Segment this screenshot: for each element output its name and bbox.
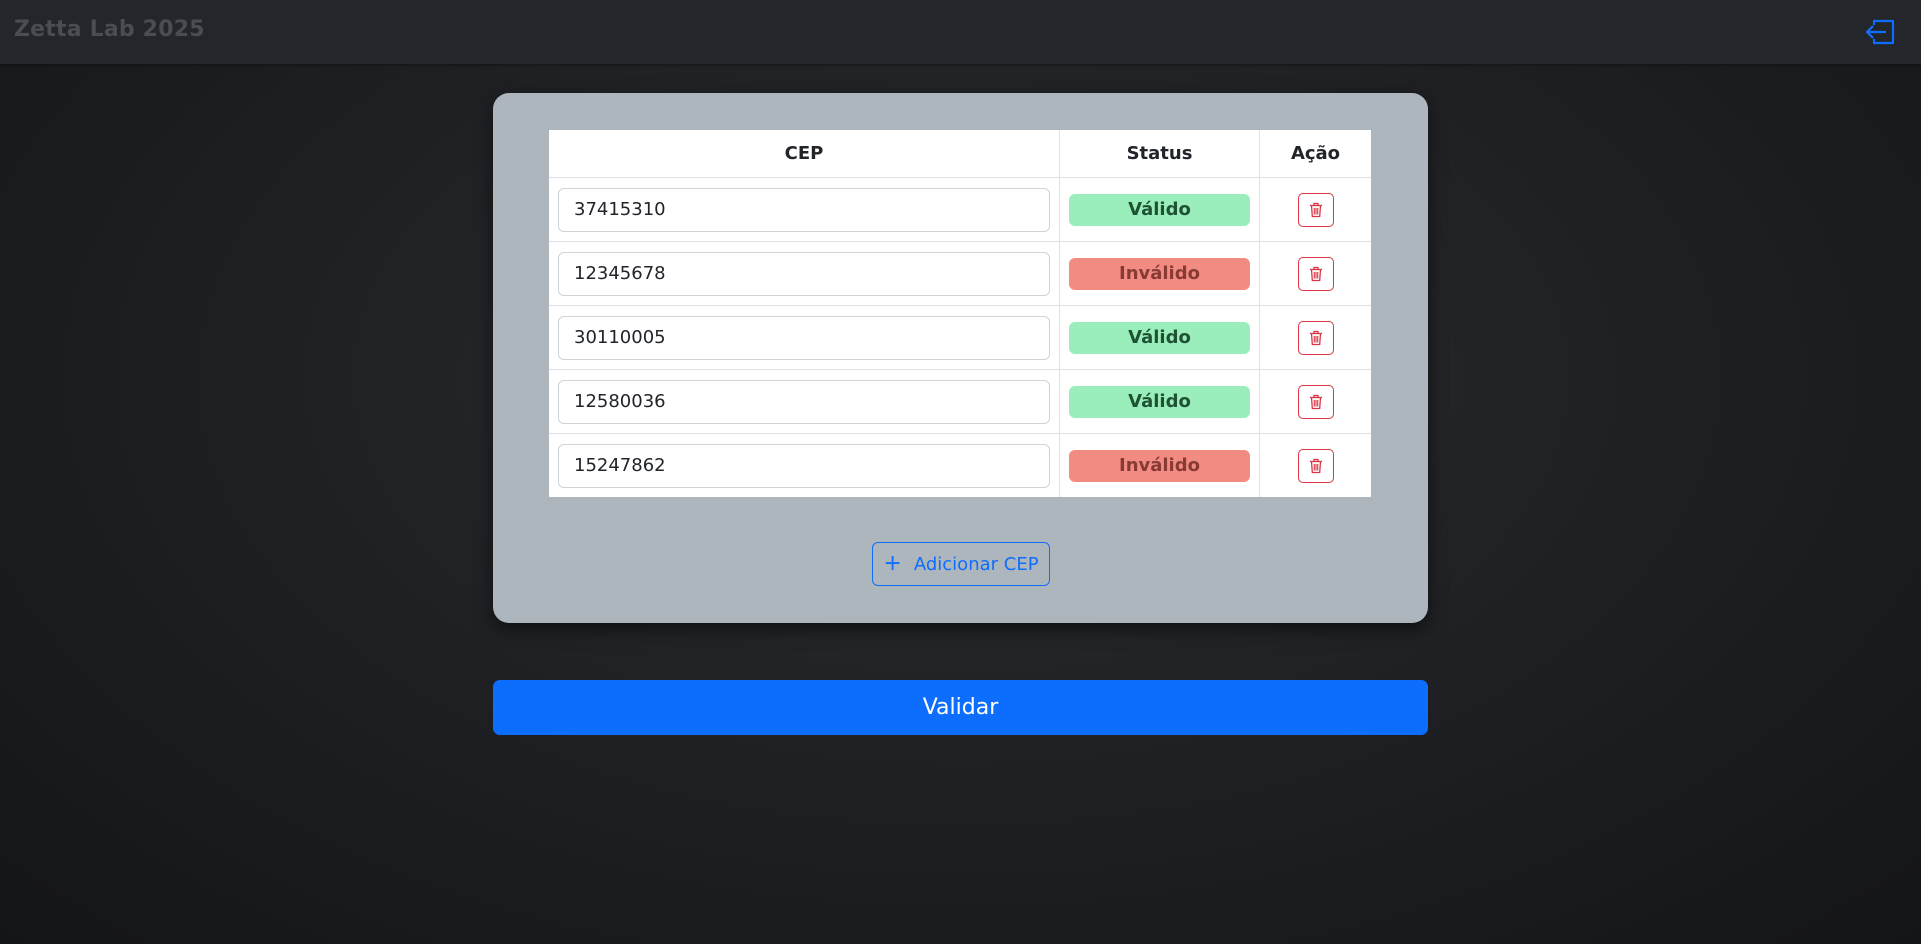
table-header-row: CEP Status Ação — [549, 130, 1371, 178]
cep-input[interactable] — [558, 187, 1050, 232]
status-badge: Inválido — [1069, 449, 1250, 482]
logout-button[interactable] — [1863, 16, 1897, 48]
trash-icon — [1309, 202, 1323, 218]
table-row: Válido — [549, 177, 1371, 242]
header-status: Status — [1059, 130, 1260, 178]
cell-cep — [549, 241, 1060, 306]
cell-cep — [549, 433, 1060, 497]
trash-icon — [1309, 330, 1323, 346]
header-acao: Ação — [1259, 130, 1371, 178]
trash-icon — [1309, 458, 1323, 474]
delete-row-button[interactable] — [1297, 192, 1334, 227]
delete-row-button[interactable] — [1297, 320, 1334, 355]
cell-acao — [1259, 369, 1371, 434]
status-badge: Válido — [1069, 321, 1250, 354]
cep-table: CEP Status Ação VálidoInválidoVálidoVáli… — [549, 130, 1371, 497]
table-row: Inválido — [549, 433, 1371, 497]
status-badge: Válido — [1069, 385, 1250, 418]
cep-card: CEP Status Ação VálidoInválidoVálidoVáli… — [493, 93, 1428, 623]
cell-cep — [549, 369, 1060, 434]
table-row: Válido — [549, 369, 1371, 434]
cell-status: Válido — [1059, 177, 1260, 242]
validate-button[interactable]: Validar — [493, 680, 1428, 735]
table-row: Inválido — [549, 241, 1371, 306]
cell-status: Válido — [1059, 305, 1260, 370]
brand-title: Zetta Lab 2025 — [14, 17, 205, 42]
table-row: Válido — [549, 305, 1371, 370]
cep-input[interactable] — [558, 315, 1050, 360]
delete-row-button[interactable] — [1297, 384, 1334, 419]
header-cep: CEP — [549, 130, 1060, 178]
trash-icon — [1309, 394, 1323, 410]
cell-status: Inválido — [1059, 241, 1260, 306]
cell-cep — [549, 177, 1060, 242]
add-cep-button[interactable]: + Adicionar CEP — [872, 542, 1050, 586]
box-arrow-in-left-icon — [1865, 19, 1895, 45]
cell-acao — [1259, 241, 1371, 306]
delete-row-button[interactable] — [1297, 448, 1334, 483]
cep-input[interactable] — [558, 443, 1050, 488]
cell-acao — [1259, 433, 1371, 497]
add-cep-label: Adicionar CEP — [913, 553, 1039, 575]
cep-input[interactable] — [558, 379, 1050, 424]
cell-cep — [549, 305, 1060, 370]
cep-input[interactable] — [558, 251, 1050, 296]
status-badge: Válido — [1069, 193, 1250, 226]
cell-acao — [1259, 305, 1371, 370]
status-badge: Inválido — [1069, 257, 1250, 290]
cell-status: Válido — [1059, 369, 1260, 434]
top-navbar: Zetta Lab 2025 — [0, 0, 1921, 64]
cell-acao — [1259, 177, 1371, 242]
trash-icon — [1309, 266, 1323, 282]
cell-status: Inválido — [1059, 433, 1260, 497]
delete-row-button[interactable] — [1297, 256, 1334, 291]
plus-icon: + — [883, 551, 902, 576]
table-body: Válido Inválido Válido Válido Inválido — [549, 177, 1371, 497]
